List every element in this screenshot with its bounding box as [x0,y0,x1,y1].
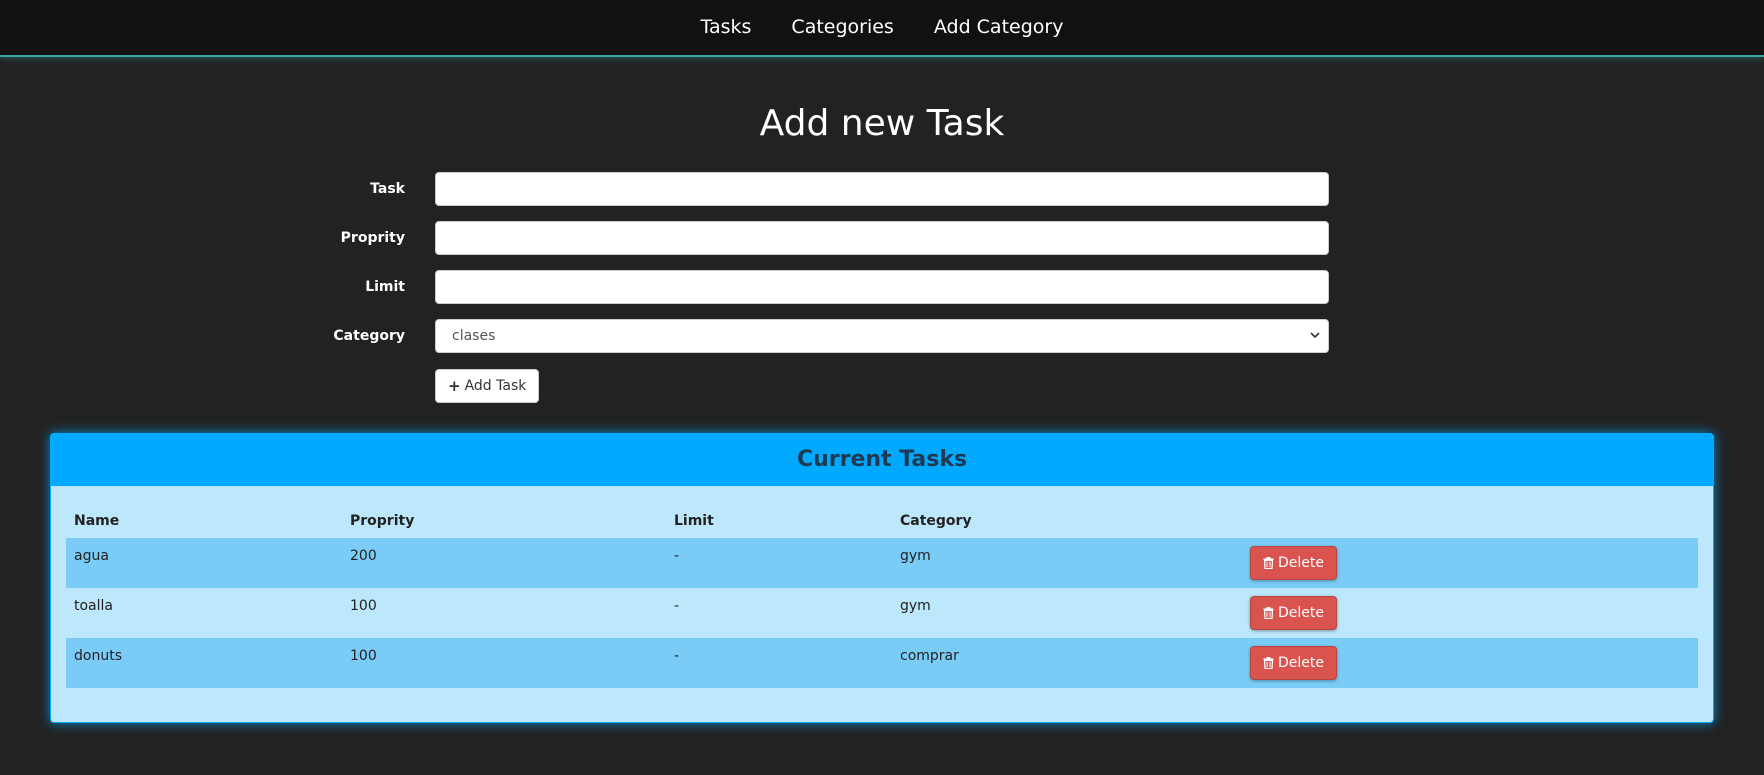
form-row-task: Task [300,172,1330,206]
cell-category: gym [892,588,1242,638]
trash-icon [1263,557,1274,569]
form-row-limit: Limit [300,270,1330,304]
nav-link-tasks[interactable]: Tasks [701,16,752,40]
column-header-name: Name [74,513,120,529]
task-input[interactable] [435,172,1329,206]
column-header-proprity: Proprity [350,513,415,529]
cell-proprity: 100 [342,588,666,638]
current-tasks-panel: Current Tasks Name Proprity Limit Catego… [50,433,1714,723]
cell-name: agua [66,538,342,588]
table-header-row: Name Proprity Limit Category [66,504,1698,538]
task-label: Task [370,181,405,197]
top-navbar: Tasks Categories Add Category [0,0,1764,57]
limit-label: Limit [365,279,405,295]
cell-actions: Delete [1242,638,1698,688]
cell-category: comprar [892,638,1242,688]
page-title: Add new Task [759,103,1005,144]
cell-proprity: 100 [342,638,666,688]
plus-icon: + [448,377,461,395]
column-header-actions [1242,504,1698,538]
add-task-button[interactable]: + Add Task [435,369,540,403]
trash-icon [1263,657,1274,669]
delete-button[interactable]: Delete [1250,596,1337,630]
nav-link-categories[interactable]: Categories [791,16,893,40]
proprity-input[interactable] [435,221,1329,255]
delete-button-label: Delete [1278,655,1324,671]
form-row-proprity: Proprity [300,221,1330,255]
delete-button-label: Delete [1278,605,1324,621]
column-header-category: Category [900,513,972,529]
delete-button-label: Delete [1278,555,1324,571]
form-row-category: Category clases [300,319,1330,353]
category-label: Category [333,328,405,344]
cell-name: donuts [66,638,342,688]
cell-limit: - [666,588,892,638]
add-task-button-label: Add Task [464,378,527,394]
category-selected-value: clases [452,328,496,344]
cell-actions: Delete [1242,538,1698,588]
trash-icon [1263,607,1274,619]
tasks-table: Name Proprity Limit Category agua 200 - … [66,504,1698,688]
table-row: donuts 100 - comprar Delete [66,638,1698,688]
cell-limit: - [666,538,892,588]
cell-actions: Delete [1242,588,1698,638]
category-select[interactable]: clases [435,319,1329,353]
panel-heading: Current Tasks [51,434,1713,486]
table-row: toalla 100 - gym Delete [66,588,1698,638]
column-header-limit: Limit [674,513,714,529]
cell-proprity: 200 [342,538,666,588]
proprity-label: Proprity [340,230,405,246]
cell-limit: - [666,638,892,688]
table-row: agua 200 - gym Delete [66,538,1698,588]
cell-name: toalla [66,588,342,638]
cell-category: gym [892,538,1242,588]
chevron-down-icon [1310,332,1320,339]
limit-input[interactable] [435,270,1329,304]
delete-button[interactable]: Delete [1250,546,1337,580]
nav-link-add-category[interactable]: Add Category [934,16,1064,40]
delete-button[interactable]: Delete [1250,646,1337,680]
